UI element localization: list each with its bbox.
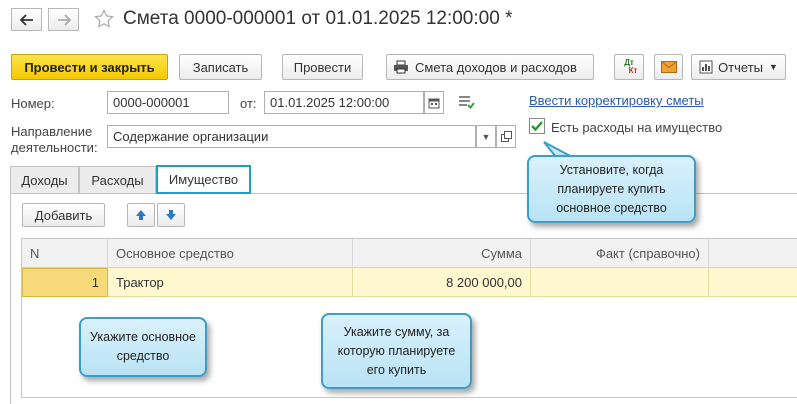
reports-label: Отчеты: [718, 59, 763, 75]
move-up-button[interactable]: [127, 203, 155, 227]
column-header-sum[interactable]: Сумма: [353, 239, 531, 268]
tab-expenses[interactable]: Расходы: [79, 166, 156, 193]
tab-property[interactable]: Имущество: [156, 165, 251, 194]
callout-text-line: Укажите сумму, за: [343, 324, 450, 339]
direction-label-line2: деятельности:: [11, 140, 98, 155]
direction-label-line1: Направление: [11, 124, 93, 139]
window-title: Смета 0000-000001 от 01.01.2025 12:00:00…: [123, 8, 513, 29]
reports-dropdown[interactable]: Отчеты ▼: [691, 54, 786, 80]
mail-button[interactable]: [654, 54, 683, 80]
post-button[interactable]: Провести: [282, 54, 363, 80]
callout-text-line: основное средство: [556, 200, 667, 215]
cell-asset[interactable]: Трактор: [108, 268, 353, 297]
chevron-down-icon: ▼: [481, 131, 491, 142]
direction-open-button[interactable]: [496, 125, 516, 148]
forward-button[interactable]: [48, 8, 79, 31]
callout-text-line: планируете купить: [557, 181, 666, 196]
reports-icon: [699, 60, 713, 74]
arrow-up-icon: [136, 210, 146, 220]
callout-text-line: Установите, когда: [559, 162, 664, 177]
back-button[interactable]: [11, 8, 42, 31]
arrow-left-icon: [19, 13, 33, 26]
arrow-right-icon: [57, 13, 71, 26]
column-header-n[interactable]: N: [22, 239, 108, 268]
add-button[interactable]: Добавить: [22, 203, 105, 227]
open-window-icon: [500, 131, 512, 142]
cell-fact: [531, 268, 709, 297]
date-field[interactable]: 01.01.2025 12:00:00: [264, 91, 424, 114]
direction-field[interactable]: Содержание организации: [107, 125, 476, 148]
number-field[interactable]: 0000-000001: [107, 91, 229, 114]
callout-sum: Укажите сумму, за которую планируете его…: [321, 313, 472, 389]
tab-income[interactable]: Доходы: [10, 166, 79, 193]
property-expenses-checkbox[interactable]: [529, 118, 545, 134]
cell-n[interactable]: 1: [22, 268, 108, 297]
adjust-budget-link[interactable]: Ввести корректировку сметы: [529, 93, 704, 108]
chevron-down-icon: ▼: [769, 62, 778, 72]
envelope-icon: [660, 61, 677, 73]
callout-property-expenses: Установите, когда планируете купить осно…: [527, 155, 696, 223]
property-expenses-label: Есть расходы на имущество: [551, 120, 723, 135]
document-status-icon[interactable]: [458, 95, 475, 112]
checkmark-icon: [531, 121, 543, 132]
calendar-icon: [428, 98, 440, 108]
printer-icon: [394, 60, 408, 74]
move-down-button[interactable]: [157, 203, 185, 227]
calendar-button[interactable]: [424, 91, 444, 114]
date-from-label: от:: [240, 96, 257, 111]
budget-report-label: Смета доходов и расходов: [415, 59, 577, 75]
arrow-down-icon: [166, 210, 176, 220]
kt-label: Кт: [628, 66, 638, 75]
column-header-asset[interactable]: Основное средство: [108, 239, 353, 268]
post-and-close-button[interactable]: Провести и закрыть: [11, 54, 168, 80]
column-header-fact[interactable]: Факт (справочно): [531, 239, 709, 268]
callout-asset: Укажите основное средство: [79, 317, 207, 377]
callout-text-line: которую планируете: [337, 343, 456, 358]
dt-kt-button[interactable]: Дт Кт: [614, 54, 644, 80]
number-label: Номер:: [11, 96, 55, 111]
direction-dropdown-button[interactable]: ▼: [476, 125, 496, 148]
callout-text-line: средство: [116, 349, 170, 363]
callout-text-line: его купить: [366, 362, 427, 377]
callout-text-line: Укажите основное: [90, 330, 196, 344]
cell-sum[interactable]: 8 200 000,00: [353, 268, 531, 297]
budget-report-button[interactable]: Смета доходов и расходов: [386, 54, 594, 80]
favorite-star-icon[interactable]: [94, 9, 114, 32]
save-button[interactable]: Записать: [179, 54, 262, 80]
